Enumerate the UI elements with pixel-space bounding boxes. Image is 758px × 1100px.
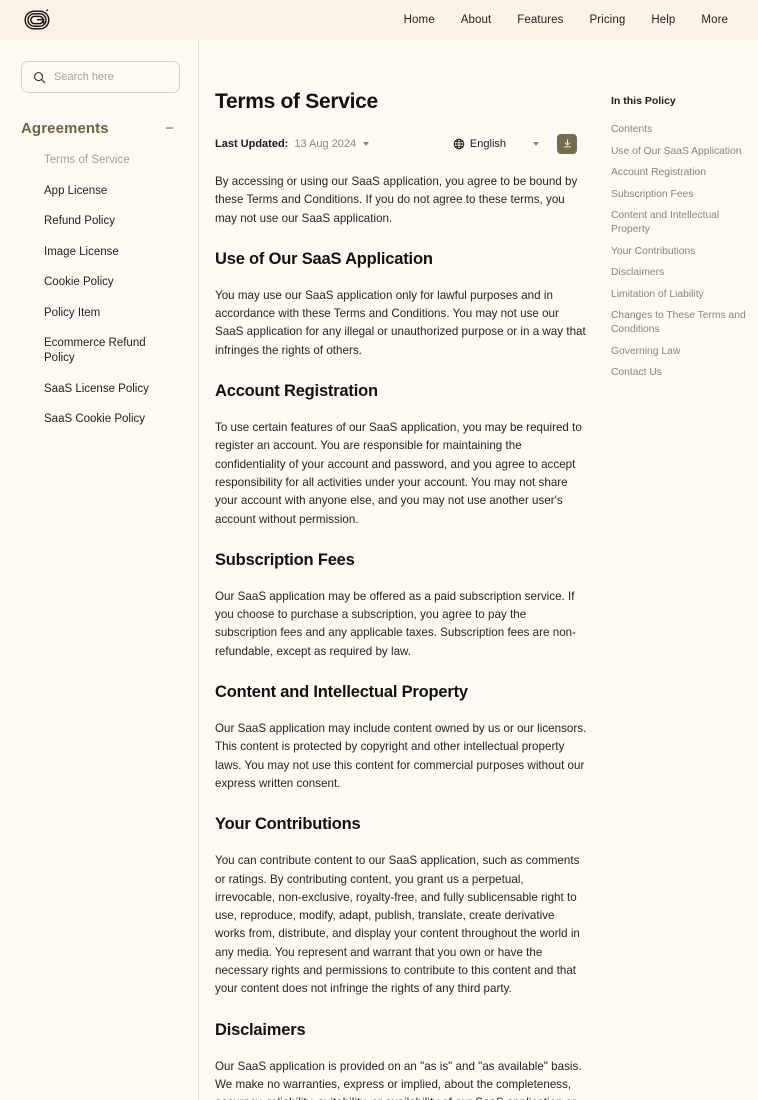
toc-item-changes-to-terms[interactable]: Changes to These Terms and Conditions <box>611 309 755 337</box>
sidebar-nav-list: Terms of Service App License Refund Poli… <box>21 153 180 427</box>
section-heading-subscription-fees: Subscription Fees <box>215 550 355 569</box>
download-button[interactable] <box>557 133 577 154</box>
toc-item-limitation-liability[interactable]: Limitation of Liability <box>611 288 755 302</box>
sidebar-item-policy-item[interactable]: Policy Item <box>44 306 179 321</box>
document-body: By accessing or using our SaaS applicati… <box>215 173 587 1100</box>
page-body: Agreements − Terms of Service App Licens… <box>0 40 758 1100</box>
search-icon <box>33 71 46 83</box>
search-box[interactable] <box>21 61 180 93</box>
paragraph-content-ip: Our SaaS application may include content… <box>215 722 587 790</box>
sidebar-item-saas-license-policy[interactable]: SaaS License Policy <box>44 382 179 397</box>
document-meta-row: Last Updated: 13 Aug 2024 English <box>215 132 587 155</box>
toc-item-subscription-fees[interactable]: Subscription Fees <box>611 188 755 202</box>
paragraph-account-registration: To use certain features of our SaaS appl… <box>215 421 582 526</box>
sidebar-group-title: Agreements <box>21 120 109 137</box>
toc-item-governing-law[interactable]: Governing Law <box>611 345 755 359</box>
nav-link-home[interactable]: Home <box>404 14 435 26</box>
language-value: English <box>469 137 506 150</box>
language-chevron-down-icon[interactable] <box>533 141 539 146</box>
main-content: Terms of Service Last Updated: 13 Aug 20… <box>199 40 758 1100</box>
primary-navigation: Home About Features Pricing Help More <box>404 14 740 26</box>
section-heading-your-contributions: Your Contributions <box>215 815 361 834</box>
language-selector[interactable]: English <box>453 138 539 150</box>
nav-link-pricing[interactable]: Pricing <box>589 14 625 26</box>
globe-icon <box>453 138 465 149</box>
section-heading-disclaimers: Disclaimers <box>215 1020 306 1039</box>
nav-link-features[interactable]: Features <box>517 14 563 26</box>
paragraph-subscription-fees: Our SaaS application may be offered as a… <box>215 589 577 658</box>
sidebar-item-image-license[interactable]: Image License <box>44 245 179 260</box>
nav-link-more[interactable]: More <box>701 14 728 26</box>
sidebar-item-cookie-policy[interactable]: Cookie Policy <box>44 275 179 290</box>
brand-logo[interactable] <box>22 5 52 35</box>
spiral-loop-logo-icon <box>24 9 50 30</box>
section-heading-content-ip: Content and Intellectual Property <box>215 683 468 702</box>
section-heading-account-registration: Account Registration <box>215 382 378 401</box>
sidebar-group-agreements[interactable]: Agreements − <box>21 120 180 137</box>
sidebar-item-ecommerce-refund-policy[interactable]: Ecommerce Refund Policy <box>44 336 179 366</box>
sidebar-item-refund-policy[interactable]: Refund Policy <box>44 214 179 229</box>
document-meta-actions: English <box>453 133 587 154</box>
sidebar-item-app-license[interactable]: App License <box>44 184 179 199</box>
toc-item-contents[interactable]: Contents <box>611 123 755 137</box>
last-updated-value: 13 Aug 2024 <box>294 137 357 150</box>
collapse-minus-icon[interactable]: − <box>165 121 174 136</box>
toc-item-contact-us[interactable]: Contact Us <box>611 366 755 380</box>
policy-document: Terms of Service Last Updated: 13 Aug 20… <box>215 90 587 1100</box>
toc-item-your-contributions[interactable]: Your Contributions <box>611 245 755 259</box>
sidebar-item-saas-cookie-policy[interactable]: SaaS Cookie Policy <box>44 412 179 427</box>
paragraph-disclaimers: Our SaaS application is provided on an "… <box>215 1059 582 1100</box>
table-of-contents: In this Policy Contents Use of Our SaaS … <box>587 90 755 1100</box>
toc-item-content-ip[interactable]: Content and Intellectual Property <box>611 209 755 237</box>
sidebar-item-terms-of-service[interactable]: Terms of Service <box>44 153 179 168</box>
site-header: Home About Features Pricing Help More <box>0 0 758 40</box>
download-icon <box>563 139 571 148</box>
toc-item-account-registration[interactable]: Account Registration <box>611 166 755 180</box>
last-updated-label: Last Updated: <box>215 137 289 150</box>
date-chevron-down-icon[interactable] <box>363 141 370 146</box>
search-input[interactable] <box>54 71 168 83</box>
toc-item-use-of-app[interactable]: Use of Our SaaS Application <box>611 145 755 159</box>
nav-link-help[interactable]: Help <box>651 14 675 26</box>
nav-link-about[interactable]: About <box>461 14 492 26</box>
toc-title: In this Policy <box>611 95 676 107</box>
paragraph-intro: By accessing or using our SaaS applicati… <box>215 175 578 225</box>
section-heading-use-of-app: Use of Our SaaS Application <box>215 249 433 268</box>
paragraph-your-contributions: You can contribute content to our SaaS a… <box>215 854 580 996</box>
sidebar: Agreements − Terms of Service App Licens… <box>0 40 199 1100</box>
page-title: Terms of Service <box>215 90 378 113</box>
paragraph-use-of-app: You may use our SaaS application only fo… <box>215 288 586 357</box>
toc-item-disclaimers[interactable]: Disclaimers <box>611 266 755 280</box>
